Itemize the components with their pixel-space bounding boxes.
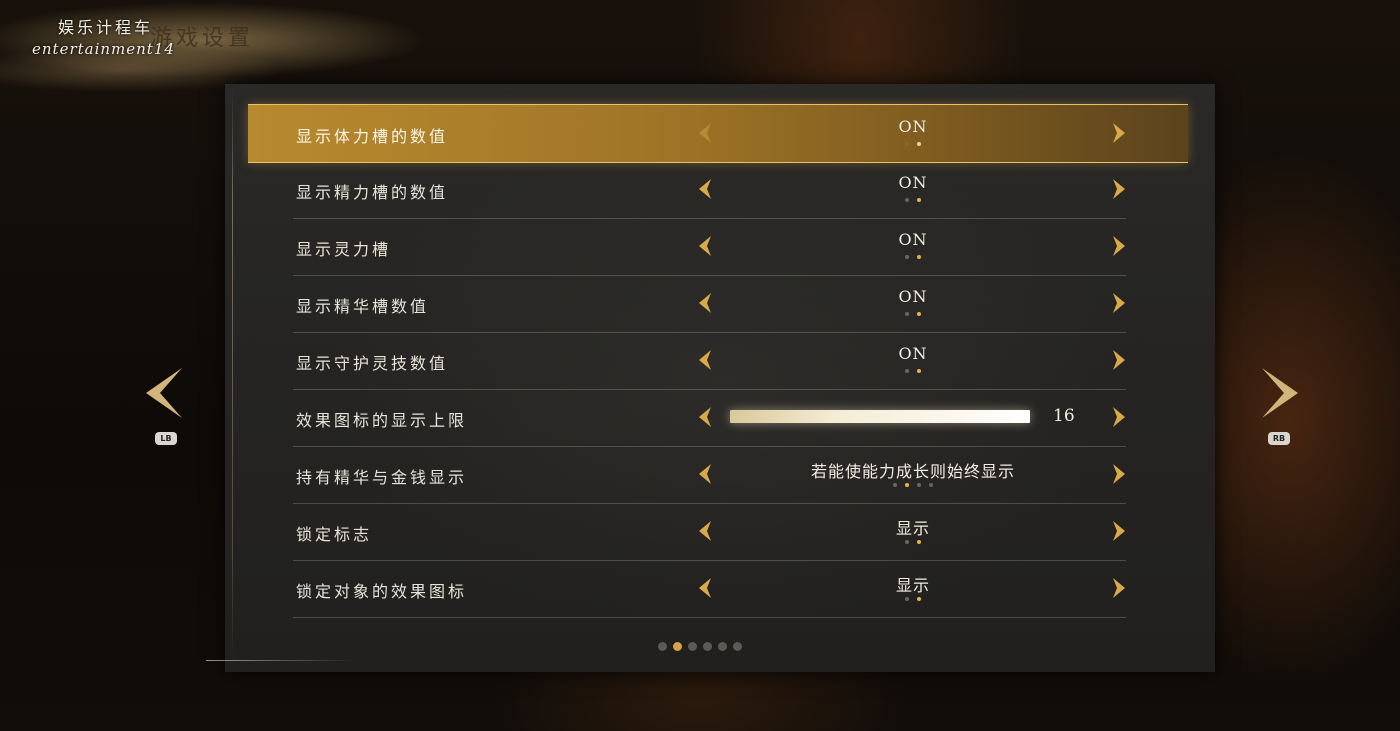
- option-indicator: [763, 597, 1063, 601]
- page-dot[interactable]: [658, 642, 667, 651]
- setting-value: ON: [898, 287, 928, 306]
- option-dot: [917, 312, 921, 316]
- setting-label: 锁定标志: [296, 525, 373, 544]
- chevron-left-icon[interactable]: [695, 519, 715, 543]
- next-page-button[interactable]: [1262, 368, 1298, 422]
- page-dot[interactable]: [688, 642, 697, 651]
- chevron-right-icon[interactable]: [1109, 234, 1129, 258]
- large-chevron-left-icon: [146, 368, 182, 418]
- option-dot: [917, 540, 921, 544]
- setting-label: 效果图标的显示上限: [296, 411, 468, 430]
- setting-label: 持有精华与金钱显示: [296, 468, 468, 487]
- option-dot: [917, 255, 921, 259]
- chevron-right-icon[interactable]: [1109, 348, 1129, 372]
- chevron-left-icon[interactable]: [695, 348, 715, 372]
- option-dot: [917, 483, 921, 487]
- option-indicator: [763, 369, 1063, 373]
- setting-value: ON: [898, 117, 928, 136]
- setting-row[interactable]: 锁定对象的效果图标 显示: [293, 560, 1126, 618]
- option-dot: [917, 369, 921, 373]
- setting-value: ON: [898, 344, 928, 363]
- chevron-left-icon[interactable]: [695, 291, 715, 315]
- option-dot: [917, 597, 921, 601]
- chevron-left-icon[interactable]: [695, 121, 715, 145]
- chevron-left-icon[interactable]: [695, 576, 715, 600]
- option-dot: [905, 483, 909, 487]
- page-indicator: [0, 642, 1400, 651]
- large-chevron-right-icon: [1262, 368, 1298, 418]
- chevron-right-icon[interactable]: [1109, 121, 1129, 145]
- setting-row[interactable]: 锁定标志 显示: [293, 503, 1126, 561]
- chevron-left-icon[interactable]: [695, 177, 715, 201]
- option-indicator: [763, 483, 1063, 487]
- lb-button-badge: LB: [155, 432, 177, 445]
- option-dot: [929, 483, 933, 487]
- game-settings-screen: 游戏设置 娱乐计程车 entertainment14 显示体力槽的数值 ON 显示精…: [0, 0, 1400, 731]
- chevron-right-icon[interactable]: [1109, 462, 1129, 486]
- option-dot: [905, 198, 909, 202]
- effect-icon-limit-slider[interactable]: [730, 410, 1030, 423]
- watermark: 娱乐计程车 entertainment14: [32, 14, 175, 58]
- setting-label: 显示体力槽的数值: [296, 127, 449, 146]
- option-dot: [905, 142, 909, 146]
- option-indicator: [763, 255, 1063, 259]
- watermark-cn: 娱乐计程车: [58, 18, 154, 37]
- watermark-en: entertainment14: [32, 40, 175, 58]
- chevron-right-icon[interactable]: [1109, 576, 1129, 600]
- option-dot: [893, 483, 897, 487]
- option-indicator: [763, 312, 1063, 316]
- setting-label: 锁定对象的效果图标: [296, 582, 468, 601]
- setting-value: 显示: [895, 576, 930, 595]
- chevron-right-icon[interactable]: [1109, 519, 1129, 543]
- setting-value: ON: [898, 230, 928, 249]
- setting-label: 显示守护灵技数值: [296, 354, 449, 373]
- chevron-right-icon[interactable]: [1109, 405, 1129, 429]
- chevron-left-icon[interactable]: [695, 462, 715, 486]
- setting-row[interactable]: 显示体力槽的数值 ON: [248, 104, 1188, 163]
- setting-row[interactable]: 显示守护灵技数值 ON: [293, 332, 1126, 390]
- setting-row[interactable]: 显示灵力槽 ON: [293, 218, 1126, 276]
- option-dot: [917, 142, 921, 146]
- prev-page-button[interactable]: [146, 368, 182, 422]
- option-indicator: [763, 142, 1063, 146]
- option-indicator: [763, 540, 1063, 544]
- option-dot: [905, 540, 909, 544]
- option-dot: [905, 255, 909, 259]
- panel-frame-underline: [206, 660, 356, 661]
- setting-row[interactable]: 显示精力槽的数值 ON: [293, 161, 1126, 219]
- setting-row[interactable]: 显示精华槽数值 ON: [293, 275, 1126, 333]
- chevron-right-icon[interactable]: [1109, 291, 1129, 315]
- option-indicator: [763, 198, 1063, 202]
- setting-value: ON: [898, 173, 928, 192]
- setting-row[interactable]: 持有精华与金钱显示 若能使能力成长则始终显示: [293, 446, 1126, 504]
- rb-button-badge: RB: [1268, 432, 1290, 445]
- setting-row[interactable]: 效果图标的显示上限 16: [293, 389, 1126, 447]
- page-dot[interactable]: [703, 642, 712, 651]
- slider-value: 16: [1053, 406, 1075, 426]
- chevron-left-icon[interactable]: [695, 234, 715, 258]
- setting-value: 若能使能力成长则始终显示: [810, 462, 1015, 481]
- panel-frame-line: [232, 88, 233, 663]
- option-dot: [905, 369, 909, 373]
- option-dot: [905, 597, 909, 601]
- chevron-right-icon[interactable]: [1109, 177, 1129, 201]
- option-dot: [917, 198, 921, 202]
- page-dot[interactable]: [673, 642, 682, 651]
- chevron-left-icon[interactable]: [695, 405, 715, 429]
- setting-label: 显示灵力槽: [296, 240, 392, 259]
- option-dot: [905, 312, 909, 316]
- setting-label: 显示精华槽数值: [296, 297, 430, 316]
- setting-label: 显示精力槽的数值: [296, 183, 449, 202]
- setting-value: 显示: [895, 519, 930, 538]
- page-dot[interactable]: [718, 642, 727, 651]
- page-dot[interactable]: [733, 642, 742, 651]
